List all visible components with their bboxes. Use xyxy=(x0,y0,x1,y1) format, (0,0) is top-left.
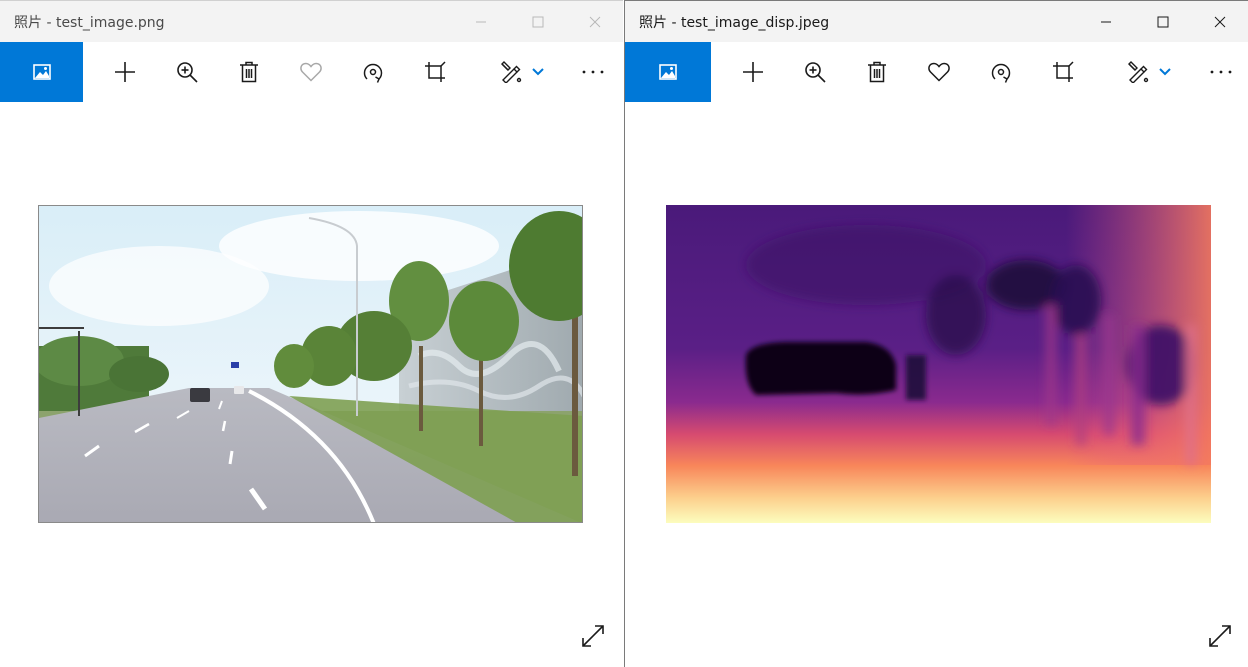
photo-icon xyxy=(659,64,677,80)
photo-canvas[interactable] xyxy=(625,102,1248,667)
minimize-icon xyxy=(475,21,486,23)
photo-home-button[interactable] xyxy=(0,42,83,102)
expand-icon xyxy=(582,625,604,647)
photo-toolbar xyxy=(625,42,1248,102)
zoom-button[interactable] xyxy=(165,42,209,102)
delete-icon xyxy=(868,61,886,83)
add-icon xyxy=(743,62,763,82)
favorite-icon xyxy=(928,62,950,82)
expand-icon xyxy=(1209,625,1231,647)
photos-window-left[interactable]: 照片 - test_image.png xyxy=(0,0,623,667)
rotate-button[interactable] xyxy=(351,42,395,102)
minimize-button[interactable] xyxy=(452,1,509,43)
disparity-map-photo xyxy=(666,205,1211,523)
zoom-in-icon xyxy=(177,62,198,83)
title-bar[interactable]: 照片 - test_image.png xyxy=(0,0,623,42)
delete-button[interactable] xyxy=(227,42,271,102)
more-icon xyxy=(582,70,604,74)
crop-button[interactable] xyxy=(1041,42,1085,102)
crop-icon xyxy=(425,61,446,82)
maximize-button[interactable] xyxy=(509,1,566,43)
crop-icon xyxy=(1053,61,1074,82)
delete-button[interactable] xyxy=(855,42,899,102)
window-title: 照片 - test_image_disp.jpeg xyxy=(639,15,830,31)
maximize-button[interactable] xyxy=(1134,1,1191,43)
zoom-in-icon xyxy=(805,62,826,83)
minimize-icon xyxy=(1100,21,1111,23)
window-controls xyxy=(1077,1,1248,43)
zoom-button[interactable] xyxy=(793,42,837,102)
close-icon xyxy=(1214,16,1225,28)
maximize-icon xyxy=(1157,16,1168,28)
rotate-button[interactable] xyxy=(979,42,1023,102)
window-title: 照片 - test_image.png xyxy=(14,15,165,31)
desktop: 照片 - test_image.png 照片 - test_image_disp… xyxy=(0,0,1248,667)
photo-toolbar xyxy=(0,42,623,102)
close-button[interactable] xyxy=(1191,1,1248,43)
more-icon xyxy=(1210,70,1232,74)
favorite-icon xyxy=(300,62,322,82)
edit-dropdown-button[interactable] xyxy=(516,42,560,102)
delete-icon xyxy=(240,61,258,83)
road-photo xyxy=(38,205,583,523)
crop-button[interactable] xyxy=(413,42,457,102)
title-bar[interactable]: 照片 - test_image_disp.jpeg xyxy=(625,0,1248,42)
more-button[interactable] xyxy=(571,42,615,102)
chevron-down-icon xyxy=(532,68,544,76)
more-button[interactable] xyxy=(1199,42,1243,102)
close-button[interactable] xyxy=(566,1,623,43)
edit-dropdown-button[interactable] xyxy=(1143,42,1187,102)
fullscreen-button[interactable] xyxy=(1204,620,1236,652)
minimize-button[interactable] xyxy=(1077,1,1134,43)
fullscreen-button[interactable] xyxy=(577,620,609,652)
rotate-icon xyxy=(991,63,1011,83)
add-button[interactable] xyxy=(103,42,147,102)
rotate-icon xyxy=(363,63,383,83)
close-icon xyxy=(589,16,600,28)
window-controls xyxy=(452,1,623,43)
favorite-button[interactable] xyxy=(289,42,333,102)
add-button[interactable] xyxy=(731,42,775,102)
photos-window-right[interactable]: 照片 - test_image_disp.jpeg xyxy=(624,0,1248,667)
maximize-icon xyxy=(532,16,543,28)
favorite-button[interactable] xyxy=(917,42,961,102)
photo-icon xyxy=(32,64,51,80)
chevron-down-icon xyxy=(1159,68,1171,76)
photo-home-button[interactable] xyxy=(625,42,711,102)
add-icon xyxy=(115,62,135,82)
photo-canvas[interactable] xyxy=(0,102,623,667)
